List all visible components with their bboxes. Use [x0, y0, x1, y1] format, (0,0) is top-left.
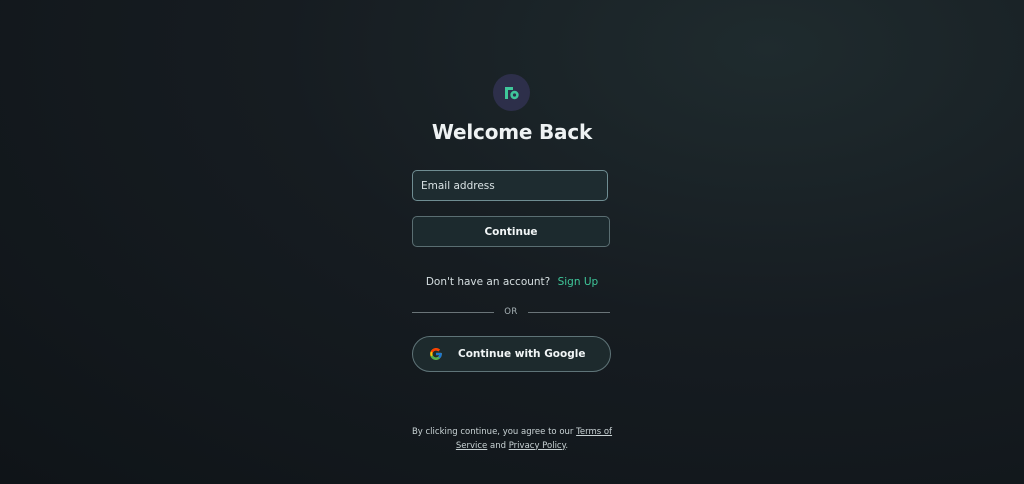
footer-suffix: . — [565, 440, 569, 451]
google-signin-button[interactable]: Continue with Google — [412, 336, 611, 372]
terms-link-line2[interactable]: Service — [456, 441, 487, 451]
app-logo-icon — [493, 74, 530, 111]
signup-prompt: Don't have an account? — [425, 276, 551, 288]
or-divider: OR — [412, 306, 611, 318]
page-title: Welcome Back — [431, 120, 593, 144]
terms-link-line1[interactable]: Terms of — [576, 427, 612, 437]
divider-line-right — [527, 311, 611, 313]
signup-row: Don't have an account? Sign Up — [0, 276, 1024, 288]
terms-footer: By clicking continue, you agree to our T… — [0, 426, 1024, 453]
privacy-link[interactable]: Privacy Policy — [509, 441, 566, 451]
google-button-label: Continue with Google — [458, 348, 586, 360]
divider-line-left — [412, 311, 495, 313]
login-page: Welcome Back Continue Don't have an acco… — [0, 0, 1024, 484]
google-icon — [430, 348, 442, 360]
continue-button[interactable]: Continue — [412, 216, 610, 247]
email-field[interactable] — [412, 170, 608, 201]
footer-and: and — [490, 440, 506, 451]
divider-text: OR — [504, 307, 518, 317]
footer-prefix: By clicking continue, you agree to our — [411, 427, 574, 437]
signup-link[interactable]: Sign Up — [558, 276, 599, 288]
